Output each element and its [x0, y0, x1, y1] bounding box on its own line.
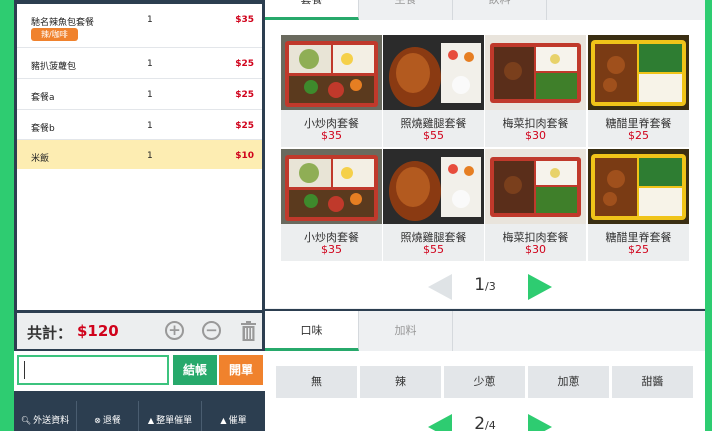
order-item-price: $25 [235, 59, 254, 69]
menu-item-price: $55 [423, 243, 444, 256]
menu-item-card[interactable]: 糖醋里脊套餐 $25 [588, 149, 689, 261]
text-cursor [24, 361, 25, 379]
next-page-icon[interactable] [528, 274, 552, 300]
button-label: 退餐 [102, 416, 121, 426]
menu-item-price: $25 [628, 129, 649, 142]
order-item-qty: 1 [147, 90, 153, 100]
order-item-qty: 1 [147, 15, 153, 25]
button-label: 整單催單 [156, 416, 193, 426]
menu-item-price: $25 [628, 243, 649, 256]
menu-item-card[interactable]: 照燒雞腿套餐 $55 [383, 149, 484, 261]
trash-icon[interactable] [241, 321, 256, 341]
tab-flavor[interactable]: 口味 [265, 311, 359, 351]
search-icon: 🔍︎ [20, 416, 32, 425]
prev-page-icon[interactable] [428, 414, 452, 431]
menu-item-price: $30 [525, 129, 546, 142]
next-page-icon[interactable] [528, 414, 552, 431]
option-button[interactable]: 加蔥 [528, 366, 609, 398]
order-row[interactable]: 豬扒菠蘿包 1 $25 [17, 48, 262, 79]
menu-pager: 1/3 [265, 272, 705, 302]
tab-set-meal[interactable]: 套餐 [265, 0, 359, 20]
order-row[interactable]: 套餐a 1 $25 [17, 79, 262, 110]
order-panel: 馳名辣魚包套餐 1 $35 辣/咖啡 豬扒菠蘿包 1 $25 套餐a 1 $25… [14, 0, 265, 431]
minus-icon[interactable]: − [202, 321, 221, 340]
menu-item-price: $30 [525, 243, 546, 256]
total-label: 共計： [27, 324, 73, 342]
option-button[interactable]: 辣 [360, 366, 441, 398]
menu-tabs: 套餐 主食 飲料 [265, 0, 705, 20]
button-label: 催單 [228, 416, 247, 426]
action-area: 結帳 開單 [14, 351, 265, 391]
page-indicator: 1/3 [455, 275, 515, 295]
order-list: 馳名辣魚包套餐 1 $35 辣/咖啡 豬扒菠蘿包 1 $25 套餐a 1 $25… [17, 4, 262, 310]
rush-all-button[interactable]: ▲ 整單催單 [139, 401, 202, 431]
option-pager: 2/4 [265, 410, 705, 431]
order-item-price: $10 [235, 151, 254, 161]
option-button[interactable]: 甜醬 [612, 366, 693, 398]
menu-item-image [588, 35, 689, 110]
order-item-tag: 辣/咖啡 [31, 28, 78, 41]
order-row-selected[interactable]: 米飯 1 $10 [17, 140, 262, 169]
order-item-price: $25 [235, 90, 254, 100]
bell-icon: ▲ [220, 416, 227, 425]
page-total: /4 [485, 419, 496, 431]
menu-item-card[interactable]: 小炒肉套餐 $35 [281, 149, 382, 261]
button-label: 外送資料 [33, 416, 70, 426]
menu-item-card[interactable]: 小炒肉套餐 $35 [281, 35, 382, 147]
order-item-name: 套餐b [31, 124, 55, 134]
menu-item-card[interactable]: 梅菜扣肉套餐 $30 [485, 35, 586, 147]
option-button[interactable]: 少蔥 [444, 366, 525, 398]
menu-item-image [485, 149, 586, 224]
menu-area: 套餐 主食 飲料 小炒肉套餐$35照燒雞腿套餐$55梅菜扣肉套餐$30糖醋里脊套… [265, 0, 705, 431]
page-total: /3 [485, 280, 496, 293]
order-row[interactable]: 套餐b 1 $25 [17, 110, 262, 140]
menu-item-price: $35 [321, 243, 342, 256]
delivery-info-button[interactable]: 🔍︎ 外送資料 [14, 401, 77, 431]
page-indicator: 2/4 [455, 414, 515, 431]
tab-main-food[interactable]: 主食 [359, 0, 453, 20]
order-row[interactable]: 馳名辣魚包套餐 1 $35 辣/咖啡 [17, 4, 262, 48]
page-current: 2 [474, 414, 486, 431]
memo-input[interactable] [17, 355, 169, 385]
order-item-qty: 1 [147, 59, 153, 69]
order-item-name: 米飯 [31, 154, 50, 164]
checkout-button[interactable]: 結帳 [173, 355, 217, 385]
frame-edge [705, 0, 712, 431]
tab-add-ons[interactable]: 加料 [359, 311, 453, 351]
close-circle-icon: ⊗ [94, 416, 101, 425]
order-item-price: $25 [235, 121, 254, 131]
bell-icon: ▲ [147, 416, 155, 425]
order-item-qty: 1 [147, 151, 153, 161]
menu-item-image [588, 149, 689, 224]
menu-item-image [281, 149, 382, 224]
option-tabs: 口味 加料 [265, 311, 705, 351]
total-bar: 共計： $120 + − [17, 313, 262, 349]
bottom-toolbar: 🔍︎ 外送資料 ⊗ 退餐 ▲ 整單催單 ▲ 催單 [14, 401, 265, 431]
order-item-price: $35 [235, 15, 254, 25]
prev-page-icon[interactable] [428, 274, 452, 300]
menu-item-price: $35 [321, 129, 342, 142]
menu-item-card[interactable]: 梅菜扣肉套餐 $30 [485, 149, 586, 261]
total-value: $120 [77, 322, 119, 340]
menu-item-image [485, 35, 586, 110]
page-current: 1 [474, 275, 486, 295]
open-order-button[interactable]: 開單 [219, 355, 263, 385]
plus-icon[interactable]: + [165, 321, 184, 340]
menu-item-image [383, 149, 484, 224]
menu-item-image [281, 35, 382, 110]
options-panel: 無 辣 少蔥 加蔥 甜醬 2/4 [265, 351, 705, 431]
return-meal-button[interactable]: ⊗ 退餐 [77, 401, 139, 431]
menu-item-card[interactable]: 照燒雞腿套餐 $55 [383, 35, 484, 147]
menu-item-card[interactable]: 糖醋里脊套餐 $25 [588, 35, 689, 147]
menu-panel: 小炒肉套餐 $35 照燒雞腿套餐 $55 梅菜扣肉套餐 $30 糖醋里脊套餐 $25 小炒肉套餐… [265, 20, 705, 308]
tab-drinks[interactable]: 飲料 [453, 0, 547, 20]
order-item-qty: 1 [147, 121, 153, 131]
option-button[interactable]: 無 [276, 366, 357, 398]
order-item-name: 馳名辣魚包套餐 [31, 18, 95, 28]
order-item-name: 豬扒菠蘿包 [31, 62, 77, 72]
rush-button[interactable]: ▲ 催單 [202, 401, 265, 431]
menu-item-price: $55 [423, 129, 444, 142]
order-item-name: 套餐a [31, 93, 55, 103]
menu-item-image [383, 35, 484, 110]
